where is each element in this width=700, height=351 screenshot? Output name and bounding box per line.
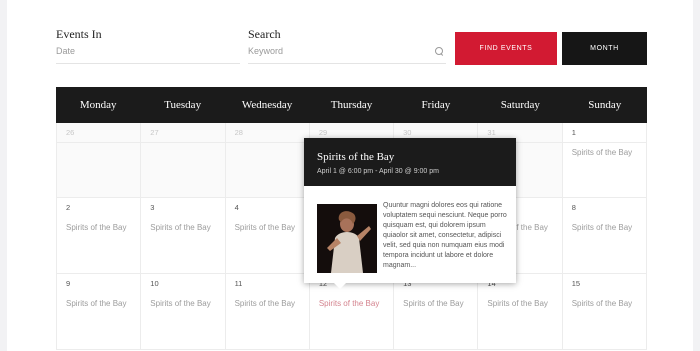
- day-number: 29: [318, 128, 328, 137]
- calendar-day-cell[interactable]: 12 Spirits of the Bay: [309, 274, 395, 350]
- search-field[interactable]: Search Keyword: [248, 27, 446, 64]
- day-number: 8: [571, 203, 576, 212]
- find-events-button[interactable]: Find Events: [455, 32, 557, 65]
- tooltip-header: Spirits of the Bay April 1 @ 6:00 pm - A…: [304, 138, 516, 186]
- calendar-day-cell[interactable]: 10 Spirits of the Bay: [141, 274, 226, 350]
- day-number: 26: [66, 128, 75, 137]
- day-number: 4: [234, 203, 239, 212]
- calendar-day-cell[interactable]: 1 Spirits of the Bay: [562, 123, 647, 198]
- tooltip-arrow: [334, 283, 346, 289]
- keyword-input[interactable]: Keyword: [248, 46, 446, 56]
- calendar-day-cell[interactable]: 11 Spirits of the Bay: [225, 274, 310, 350]
- day-number: 11: [234, 279, 243, 288]
- event-link[interactable]: Spirits of the Bay: [66, 223, 126, 232]
- performer-photo-icon: [317, 204, 377, 273]
- weekday-saturday: Saturday: [500, 99, 540, 111]
- event-link[interactable]: Spirits of the Bay: [150, 299, 210, 308]
- keyword-input-underline: [248, 63, 446, 64]
- event-link[interactable]: Spirits of the Bay: [572, 223, 632, 232]
- calendar-day-cell[interactable]: 4 Spirits of the Bay: [225, 198, 310, 274]
- calendar-day-cell[interactable]: 14 Spirits of the Bay: [478, 274, 563, 350]
- calendar-day-cell[interactable]: 13 Spirits of the Bay: [394, 274, 479, 350]
- calendar-day-cell[interactable]: 9 Spirits of the Bay: [57, 274, 142, 350]
- event-tooltip: Spirits of the Bay April 1 @ 6:00 pm - A…: [304, 138, 516, 289]
- event-link[interactable]: Spirits of the Bay: [235, 299, 295, 308]
- month-view-button[interactable]: Month: [562, 32, 647, 65]
- events-in-field[interactable]: Events In Date: [56, 27, 240, 64]
- calendar-day-cell[interactable]: 3 Spirits of the Bay: [141, 198, 226, 274]
- event-link[interactable]: Spirits of the Bay: [572, 299, 632, 308]
- search-icon[interactable]: [435, 47, 443, 55]
- event-link[interactable]: Spirits of the Bay: [319, 299, 379, 308]
- tooltip-excerpt: Quuntur magni dolores eos qui ratione vo…: [383, 202, 507, 269]
- day-number: 9: [66, 279, 71, 288]
- day-number: 30: [403, 128, 412, 137]
- date-input-underline: [56, 63, 240, 64]
- weekday-sunday: Sunday: [588, 99, 622, 111]
- events-page: Events In Date Search Keyword Find Event…: [7, 0, 693, 351]
- weekday-thursday: Thursday: [330, 99, 373, 111]
- event-link[interactable]: Spirits of the Bay: [66, 299, 126, 308]
- event-link[interactable]: Spirits of the Bay: [235, 223, 295, 232]
- day-number: 2: [66, 203, 71, 212]
- weekday-friday: Friday: [421, 99, 451, 111]
- event-link[interactable]: Spirits of the Bay: [487, 299, 547, 308]
- calendar-day-cell[interactable]: 15 Spirits of the Bay: [562, 274, 647, 350]
- event-link[interactable]: Spirits of the Bay: [572, 148, 632, 157]
- event-link[interactable]: Spirits of the Bay: [403, 299, 463, 308]
- calendar-day-cell[interactable]: 27: [141, 123, 226, 198]
- weekday-header: Monday Tuesday Wednesday Thursday Friday…: [56, 87, 647, 123]
- date-input[interactable]: Date: [56, 46, 240, 56]
- day-number: 27: [150, 128, 159, 137]
- performer-photo: [317, 204, 377, 273]
- weekday-monday: Monday: [79, 99, 117, 111]
- calendar-day-cell[interactable]: 2 Spirits of the Bay: [57, 198, 142, 274]
- calendar-day-cell[interactable]: 8 Spirits of the Bay: [562, 198, 647, 274]
- weekday-wednesday: Wednesday: [241, 99, 293, 111]
- day-number: 31: [487, 128, 496, 137]
- day-number: 3: [150, 203, 155, 212]
- day-number: 28: [234, 128, 243, 137]
- event-link[interactable]: Spirits of the Bay: [150, 223, 210, 232]
- search-label: Search: [248, 27, 281, 41]
- day-number: 10: [150, 279, 159, 288]
- weekday-tuesday: Tuesday: [164, 99, 202, 111]
- tooltip-date: April 1 @ 6:00 pm - April 30 @ 9:00 pm: [317, 168, 439, 175]
- calendar-day-cell[interactable]: 26: [57, 123, 142, 198]
- day-number: 15: [571, 279, 581, 288]
- tooltip-title[interactable]: Spirits of the Bay: [317, 151, 394, 163]
- calendar-day-cell[interactable]: 28: [225, 123, 310, 198]
- day-number: 1: [571, 128, 576, 137]
- events-in-label: Events In: [56, 27, 102, 41]
